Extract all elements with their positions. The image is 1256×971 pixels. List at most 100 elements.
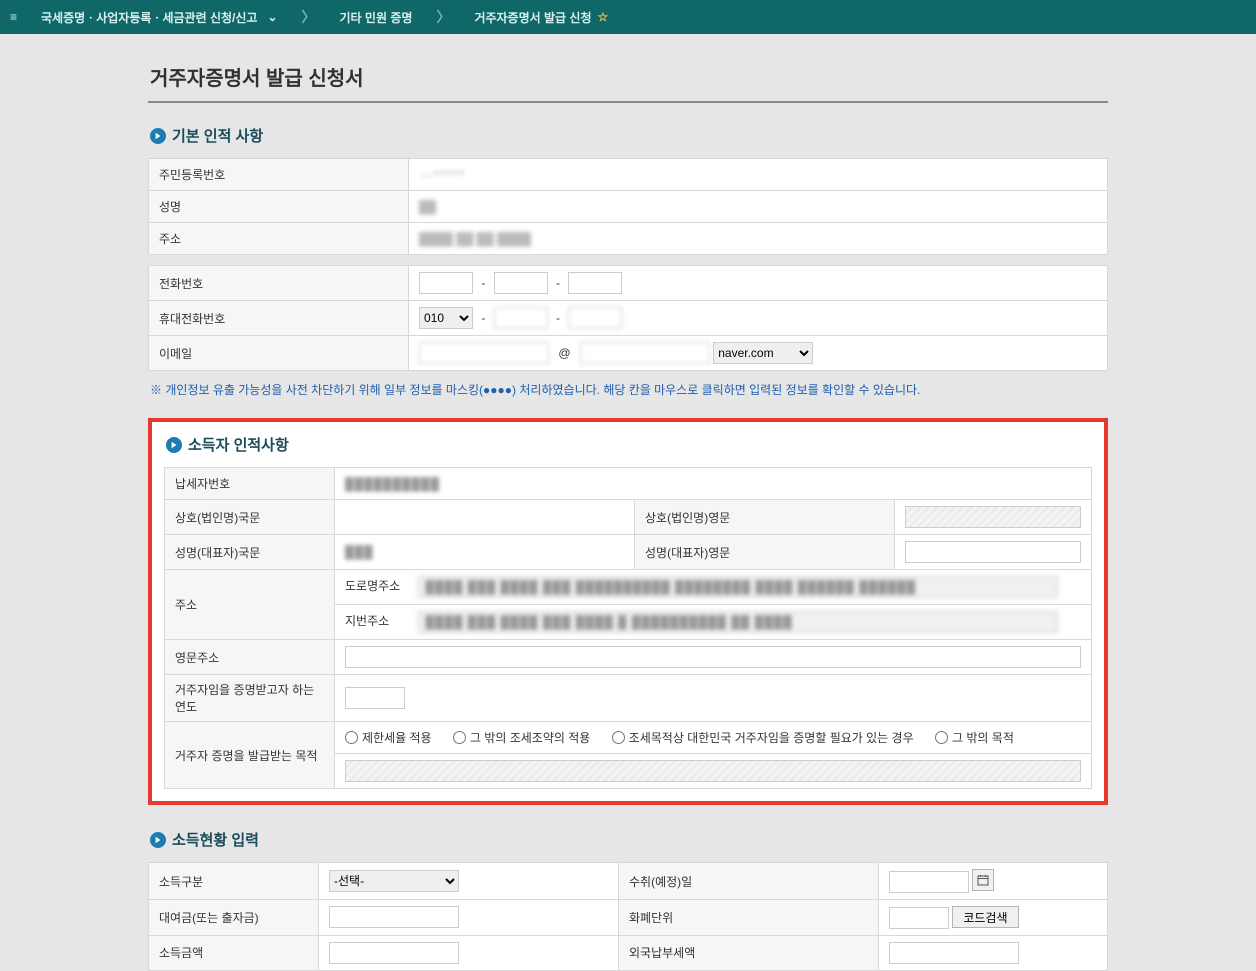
loan-amount-cell [319,900,619,936]
receipt-date-input[interactable] [889,871,969,893]
road-address-value[interactable]: ████ ███ ████ ███ ██████████ ████████ ██… [418,576,1058,598]
value-corp-name-ko[interactable] [335,500,635,535]
lot-address-row: 지번주소 ████ ███ ████ ███ ████ █ ██████████… [335,605,1092,640]
code-search-button[interactable]: 코드검색 [952,906,1018,928]
email-local[interactable] [419,342,549,364]
breadcrumb-root[interactable]: 국세증명ㆍ사업자등록ㆍ세금관련 신청/신고 ⌄ [27,0,292,34]
mobile-group: 010 - - [409,301,1108,336]
income-person-table: 납세자번호 ██████████ 상호(법인명)국문 상호(법인명)영문 성명(… [164,467,1092,789]
label-rep-name-en: 성명(대표자)영문 [635,535,895,570]
section-income-person-title: 소득자 인적사항 [166,434,1092,455]
income-amount-input[interactable] [329,942,459,964]
label-currency: 화폐단위 [619,900,879,936]
income-person-highlight: 소득자 인적사항 납세자번호 ██████████ 상호(법인명)국문 상호(법… [148,418,1108,805]
menu-icon[interactable]: ≡ [10,10,17,24]
value-rrn[interactable]: ––******* [409,159,1108,191]
email-domain-input[interactable] [580,342,710,364]
label-corp-name-en: 상호(법인명)영문 [635,500,895,535]
section-basic-title-label: 기본 인적 사항 [172,125,263,146]
loan-amount-input[interactable] [329,906,459,928]
purpose-radio-2[interactable] [453,731,466,744]
title-underline [148,101,1108,103]
road-address-row: 도로명주소 ████ ███ ████ ███ ██████████ █████… [335,570,1092,605]
phone-part1[interactable] [419,272,473,294]
value-name[interactable]: ██ [409,191,1108,223]
breadcrumb-leaf[interactable]: 거주자증명서 발급 신청 ☆ [460,0,622,34]
page-body: 거주자증명서 발급 신청서 기본 인적 사항 주민등록번호 ––******* … [148,54,1108,971]
basic-info-table-2: 전화번호 - - 휴대전화번호 010 - - 이메일 [148,265,1108,371]
purpose-opt4[interactable]: 그 밖의 목적 [935,729,1014,746]
chevron-right-icon: 〉 [436,7,450,27]
value-address[interactable]: ████ ██ ██ ████ [409,223,1108,255]
mobile-prefix-select[interactable]: 010 [419,307,473,329]
income-amount-cell [319,935,619,970]
label-cert-year: 거주자임을 증명받고자 하는 연도 [165,675,335,722]
label-taxpayer-no: 납세자번호 [165,468,335,500]
foreign-tax-input[interactable] [889,942,1019,964]
chevron-down-icon: ⌄ [267,10,277,24]
phone-part2[interactable] [494,272,548,294]
lot-address-value[interactable]: ████ ███ ████ ███ ████ █ ██████████ ██ █… [418,611,1058,633]
label-loan-amount: 대여금(또는 출자금) [149,900,319,936]
label-address: 주소 [165,570,335,640]
label-address-en: 영문주소 [165,640,335,675]
label-foreign-tax: 외국납부세액 [619,935,879,970]
label-purpose: 거주자 증명을 발급받는 목적 [165,722,335,789]
purpose-radio-4[interactable] [935,731,948,744]
label-phone: 전화번호 [149,266,409,301]
label-rep-name-ko: 성명(대표자)국문 [165,535,335,570]
value-rep-name-en [895,535,1092,570]
purpose-opt1[interactable]: 제한세율 적용 [345,729,432,746]
purpose-opt2[interactable]: 그 밖의 조세조약의 적용 [453,729,590,746]
star-icon[interactable]: ☆ [598,10,609,24]
section-income-input-title-label: 소득현황 입력 [172,829,259,850]
masking-note: ※ 개인정보 유출 가능성을 사전 차단하기 위해 일부 정보를 마스킹(●●●… [150,381,1106,398]
corp-name-en-input [905,506,1081,528]
mobile-part2[interactable] [494,307,548,329]
value-corp-name-en [895,500,1092,535]
email-group: @ naver.com [409,336,1108,371]
arrow-circle-icon [166,437,182,453]
foreign-tax-cell [879,935,1108,970]
income-type-select[interactable]: -선택- [329,870,459,892]
breadcrumb-bar: ≡ 국세증명ㆍ사업자등록ㆍ세금관련 신청/신고 ⌄ 〉 기타 민원 증명 〉 거… [0,0,1256,34]
breadcrumb-mid-label: 기타 민원 증명 [340,9,413,26]
calendar-icon[interactable] [972,869,994,891]
section-income-input-title: 소득현황 입력 [150,829,1108,850]
label-mobile: 휴대전화번호 [149,301,409,336]
label-income-type: 소득구분 [149,863,319,900]
arrow-circle-icon [150,128,166,144]
mobile-part3[interactable] [568,307,622,329]
purpose-detail-row [335,754,1092,789]
label-rrn: 주민등록번호 [149,159,409,191]
section-income-person-title-label: 소득자 인적사항 [188,434,289,455]
purpose-radio-3[interactable] [612,731,625,744]
purpose-detail-input [345,760,1081,782]
income-input-table: 소득구분 -선택- 수취(예정)일 대여금(또는 출자금) 화폐단위 [148,862,1108,971]
phone-part3[interactable] [568,272,622,294]
label-receipt-date: 수취(예정)일 [619,863,879,900]
label-email: 이메일 [149,336,409,371]
label-road-addr: 도로명주소 [345,577,415,594]
chevron-right-icon: 〉 [302,7,316,27]
breadcrumb-mid[interactable]: 기타 민원 증명 [326,0,427,34]
cert-year-input[interactable] [345,687,405,709]
label-address: 주소 [149,223,409,255]
email-domain-select[interactable]: naver.com [713,342,813,364]
purpose-opt3[interactable]: 조세목적상 대한민국 거주자임을 증명할 필요가 있는 경우 [612,729,914,746]
rep-name-en-input[interactable] [905,541,1081,563]
currency-input[interactable] [889,907,949,929]
breadcrumb-leaf-label: 거주자증명서 발급 신청 [474,9,591,26]
income-type-cell: -선택- [319,863,619,900]
value-taxpayer-no[interactable]: ██████████ [335,468,1092,500]
arrow-circle-icon [150,832,166,848]
page-title: 거주자증명서 발급 신청서 [148,54,1108,101]
purpose-radio-1[interactable] [345,731,358,744]
address-en-input[interactable] [345,646,1081,668]
basic-info-table-1: 주민등록번호 ––******* 성명 ██ 주소 ████ ██ ██ ███… [148,158,1108,255]
value-rep-name-ko[interactable]: ███ [335,535,635,570]
value-address-en [335,640,1092,675]
label-corp-name-ko: 상호(법인명)국문 [165,500,335,535]
label-name: 성명 [149,191,409,223]
section-basic-title: 기본 인적 사항 [150,125,1108,146]
